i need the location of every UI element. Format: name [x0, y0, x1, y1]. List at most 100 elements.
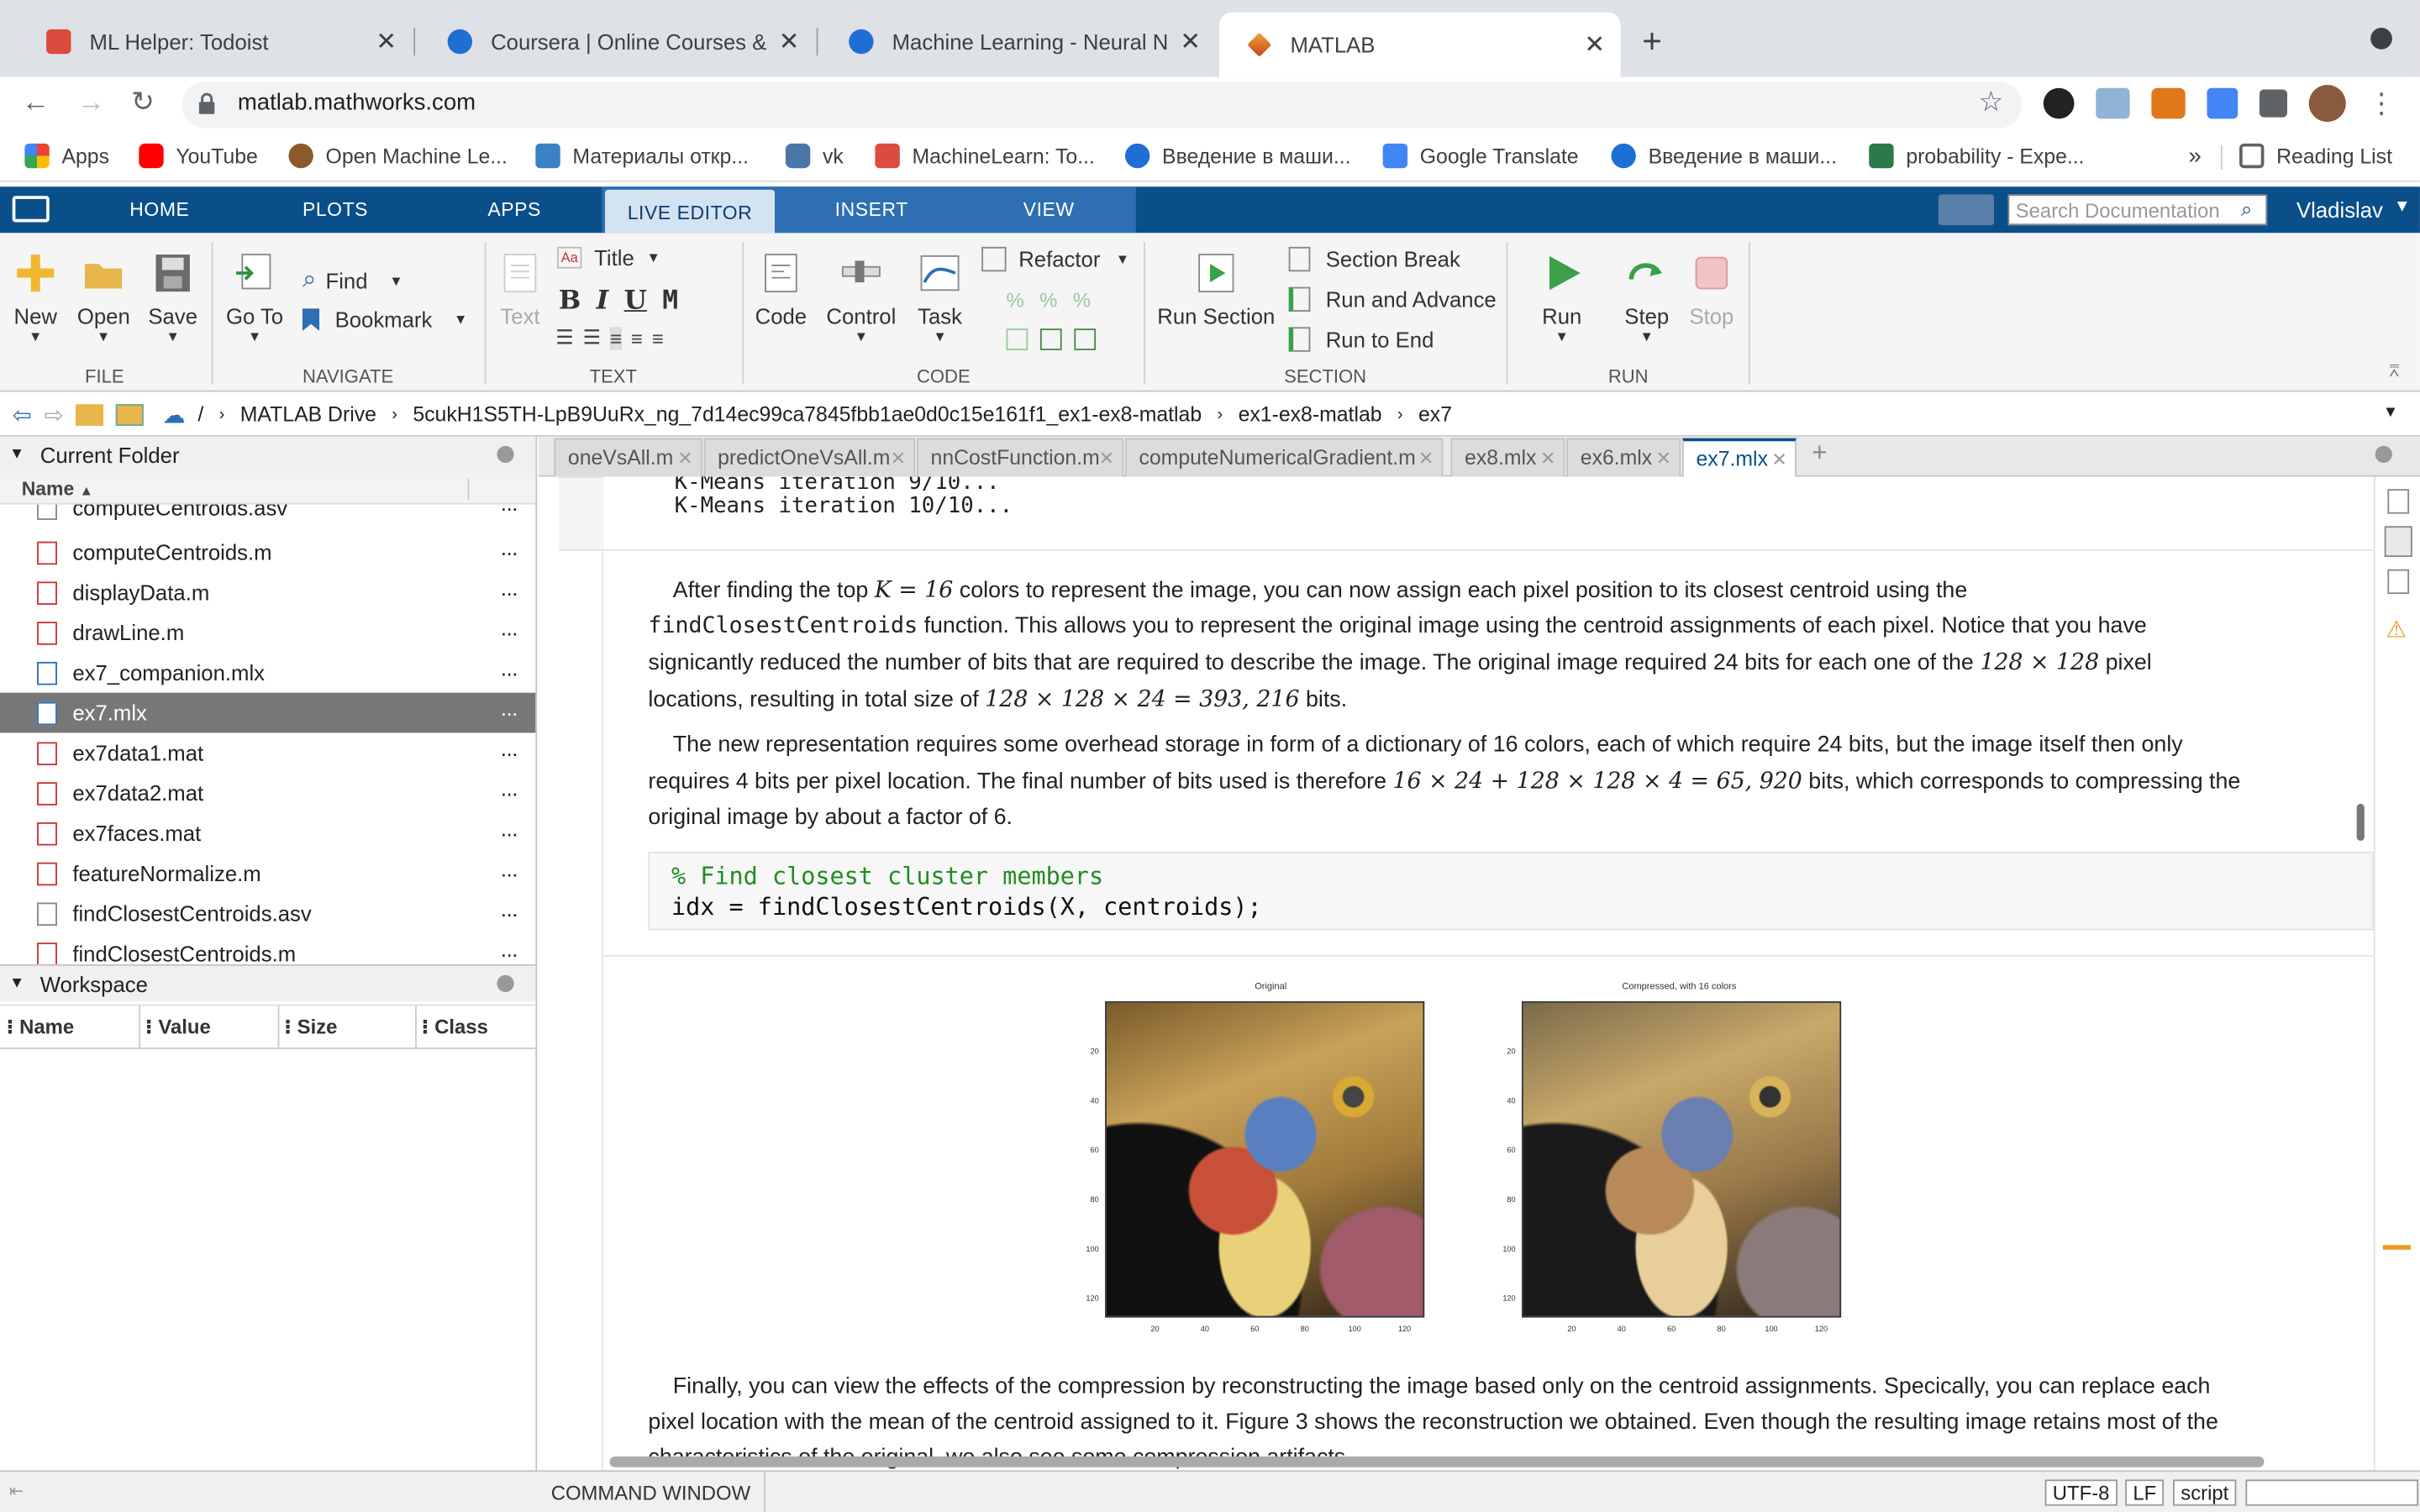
collapse-triangle-icon[interactable]: ▼: [9, 966, 24, 1003]
bookmark-item[interactable]: Open Machine Le...: [288, 143, 508, 169]
tab-home[interactable]: HOME: [129, 186, 189, 233]
close-icon[interactable]: ✕: [677, 439, 692, 476]
list-item[interactable]: ex7data2.mat ···: [0, 773, 535, 813]
column-value[interactable]: ⁝ Value: [145, 1016, 211, 1040]
list-item[interactable]: ex7_companion.mlx ···: [0, 653, 535, 693]
column-name[interactable]: ⁝ Name: [6, 1016, 74, 1040]
up-folder-icon[interactable]: [76, 403, 104, 426]
monospace-button[interactable]: M: [662, 286, 678, 317]
reading-list-button[interactable]: Reading List: [2239, 143, 2392, 169]
panel-options-icon[interactable]: [497, 445, 514, 464]
search-documentation-input[interactable]: Search Documentation ⌕: [2007, 194, 2268, 226]
bookmark-star-icon[interactable]: ☆: [1979, 87, 2004, 119]
bookmark-item[interactable]: Введение в маши...: [1611, 143, 1837, 169]
collapse-ribbon-icon[interactable]: ⩞: [2389, 363, 2399, 383]
list-item[interactable]: computeCentroids.asv ···: [0, 504, 535, 528]
more-options-icon[interactable]: ···: [500, 580, 518, 605]
bookmark-item[interactable]: Google Translate: [1382, 143, 1579, 169]
path-dropdown-icon[interactable]: ▼: [2383, 404, 2398, 421]
code-button[interactable]: Code: [753, 251, 808, 328]
bookmark-item[interactable]: probability - Expe...: [1869, 143, 2085, 169]
run-and-advance-button[interactable]: Run and Advance: [1288, 286, 1497, 312]
warning-marker[interactable]: [2382, 1245, 2411, 1250]
browser-tab[interactable]: Coursera | Online Courses & Cr ✕: [420, 14, 815, 70]
more-options-icon[interactable]: ···: [500, 660, 518, 685]
wrap-comment-icon[interactable]: %: [1073, 288, 1091, 312]
output-right-icon[interactable]: [2384, 526, 2412, 558]
column-class[interactable]: ⁝ Class: [421, 1016, 487, 1040]
editor-tab[interactable]: ex8.mlx ✕: [1450, 438, 1565, 477]
editor-tab[interactable]: oneVsAll.m ✕: [554, 438, 702, 477]
align-right-icon[interactable]: ≡: [652, 326, 664, 349]
bookmark-item[interactable]: Материалы откр...: [535, 143, 749, 169]
list-item[interactable]: findClosestCentroids.asv ···: [0, 893, 535, 933]
bookmark-button[interactable]: Bookmark ▼: [302, 307, 467, 332]
bookmark-youtube[interactable]: YouTube: [139, 143, 258, 169]
run-to-end-button[interactable]: Run to End: [1288, 327, 1434, 352]
control-button[interactable]: Control ▼: [824, 251, 898, 344]
quick-access-icon[interactable]: [1938, 194, 1995, 226]
back-arrow-icon[interactable]: ⇦: [13, 401, 32, 428]
close-icon[interactable]: ✕: [1540, 439, 1555, 476]
list-item[interactable]: featureNormalize.m ···: [0, 853, 535, 894]
close-icon[interactable]: ✕: [1656, 439, 1671, 476]
more-options-icon[interactable]: ···: [500, 620, 518, 644]
editor-tab[interactable]: computeNumericalGradient.m ✕: [1124, 438, 1444, 477]
more-options-icon[interactable]: ···: [500, 701, 518, 725]
more-options-icon[interactable]: ···: [500, 540, 518, 564]
underline-button[interactable]: U: [624, 286, 647, 317]
editor-tab-active[interactable]: ex7.mlx ✕: [1682, 438, 1797, 477]
tab-live-editor[interactable]: LIVE EDITOR: [604, 189, 776, 234]
comment-icon[interactable]: %: [1007, 288, 1024, 312]
run-button[interactable]: Run ▼: [1534, 251, 1590, 344]
extension-w-icon[interactable]: [2043, 87, 2075, 119]
breadcrumb-root[interactable]: /: [197, 402, 203, 426]
refactor-dropdown[interactable]: Refactor ▼: [981, 246, 1129, 272]
extension-js-icon[interactable]: [2096, 87, 2130, 119]
close-icon[interactable]: ✕: [1099, 439, 1114, 476]
tab-apps[interactable]: APPS: [487, 186, 540, 233]
editor-tab[interactable]: predictOneVsAll.m ✕: [703, 438, 916, 477]
close-icon[interactable]: ✕: [1418, 439, 1434, 476]
close-tab-icon[interactable]: ✕: [1180, 26, 1201, 57]
task-button[interactable]: Task ▼: [911, 251, 970, 344]
user-menu[interactable]: Vladislav: [2296, 197, 2383, 222]
list-item[interactable]: computeCentroids.m ···: [0, 533, 535, 573]
close-icon[interactable]: ✕: [891, 439, 906, 476]
more-bookmarks-button[interactable]: »: [2188, 144, 2201, 170]
more-options-icon[interactable]: ···: [500, 821, 518, 845]
align-center-icon[interactable]: ≡: [631, 326, 643, 349]
horizontal-scrollbar[interactable]: [609, 1456, 2265, 1467]
stop-button[interactable]: Stop: [1686, 251, 1738, 328]
close-tab-icon[interactable]: ✕: [376, 26, 397, 57]
workspace-header[interactable]: ▼ Workspace: [0, 963, 536, 1003]
more-options-icon[interactable]: ···: [500, 861, 518, 885]
find-button[interactable]: ⌕ Find ▼: [302, 267, 403, 295]
open-button[interactable]: Open ▼: [77, 251, 130, 344]
panel-options-icon[interactable]: [497, 974, 514, 992]
browser-menu-icon[interactable]: ⋮: [2367, 87, 2395, 120]
more-options-icon[interactable]: ···: [500, 941, 518, 964]
save-button[interactable]: Save ▼: [146, 251, 198, 344]
editor-options-icon[interactable]: [2375, 445, 2392, 464]
more-options-icon[interactable]: ···: [500, 780, 518, 805]
output-inline-icon[interactable]: [2387, 489, 2410, 514]
uncomment-icon[interactable]: %: [1039, 288, 1057, 312]
more-options-icon[interactable]: ···: [500, 741, 518, 765]
hide-code-icon[interactable]: [2387, 569, 2410, 595]
go-to-button[interactable]: Go To ▼: [224, 251, 285, 344]
bold-button[interactable]: B: [559, 286, 581, 317]
collapse-left-icon[interactable]: ⇤: [9, 1481, 24, 1501]
close-icon[interactable]: ✕: [1771, 441, 1786, 478]
text-style-dropdown[interactable]: Aa Title ▼: [557, 245, 660, 270]
breadcrumb-folder[interactable]: ex1-ex8-matlab: [1239, 402, 1382, 426]
bookmark-item[interactable]: Введение в маши...: [1124, 143, 1351, 169]
section-break-button[interactable]: Section Break: [1288, 246, 1460, 272]
new-tab-button[interactable]: +: [1642, 22, 1662, 62]
bookmark-item[interactable]: MachineLearn: To...: [875, 143, 1095, 169]
list-item[interactable]: drawLine.m ···: [0, 612, 535, 653]
text-button[interactable]: Text: [494, 251, 546, 328]
figure-output[interactable]: Original Compressed, with 16 colors 20 40…: [1079, 979, 1866, 1337]
editor-tab[interactable]: ex6.mlx ✕: [1566, 438, 1681, 477]
close-tab-icon[interactable]: ✕: [779, 26, 800, 57]
